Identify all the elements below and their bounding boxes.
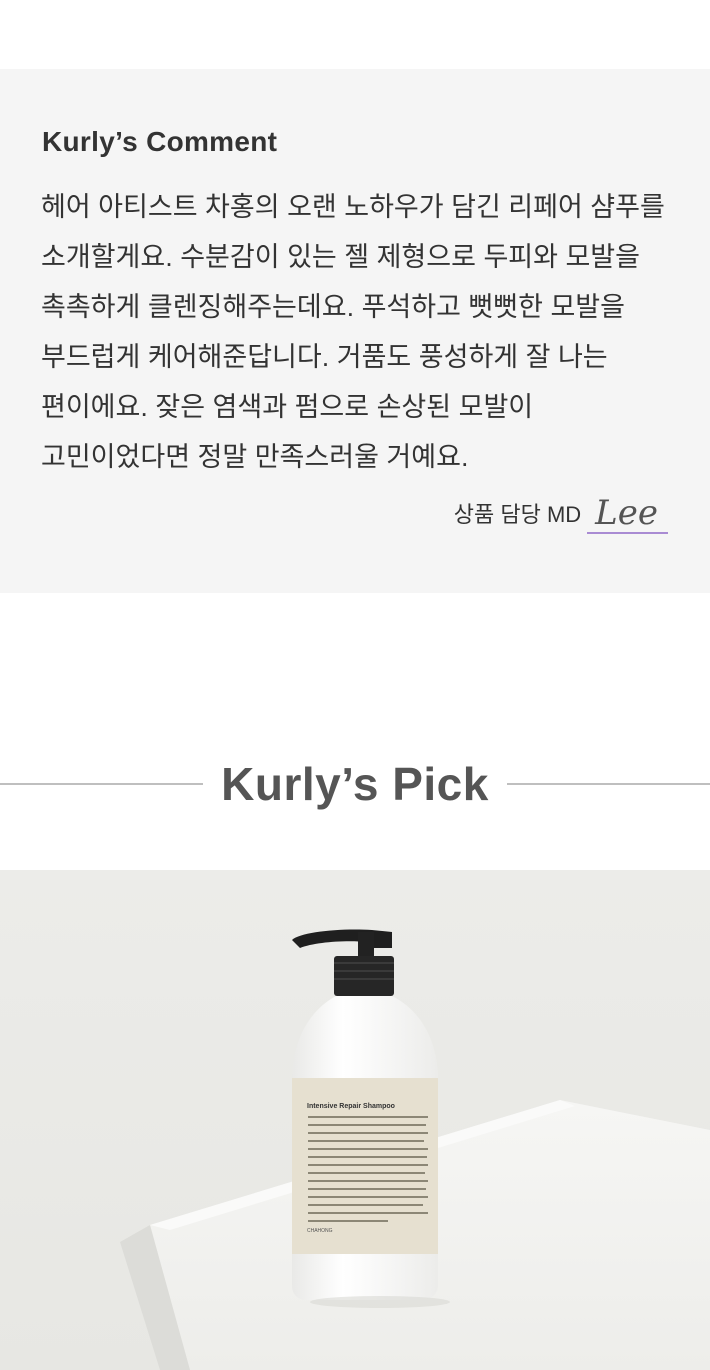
shampoo-bottle-illustration: Intensive Repair Shampoo CHAHONG [120, 929, 710, 1370]
md-name-signature: Lee [587, 494, 668, 534]
label-brand: CHAHONG [307, 1228, 333, 1234]
comment-title: Kurly’s Comment [42, 126, 278, 157]
pump-nozzle [292, 929, 392, 948]
product-photo: Intensive Repair Shampoo CHAHONG [0, 870, 710, 1370]
pick-title: Kurly’s Pick [221, 758, 489, 810]
md-signature: 상품 담당 MD Lee [454, 494, 668, 534]
kurly-pick-header: Kurly’s Pick [0, 752, 710, 816]
divider-right [506, 783, 710, 785]
md-label: 상품 담당 MD [453, 502, 582, 527]
label-title: Intensive Repair Shampoo [307, 1103, 395, 1110]
divider-left [0, 783, 204, 785]
comment-body: 헤어 아티스트 차홍의 오랜 노하우가 담긴 리페어 샴푸를 소개할게요. 수분… [41, 192, 665, 472]
